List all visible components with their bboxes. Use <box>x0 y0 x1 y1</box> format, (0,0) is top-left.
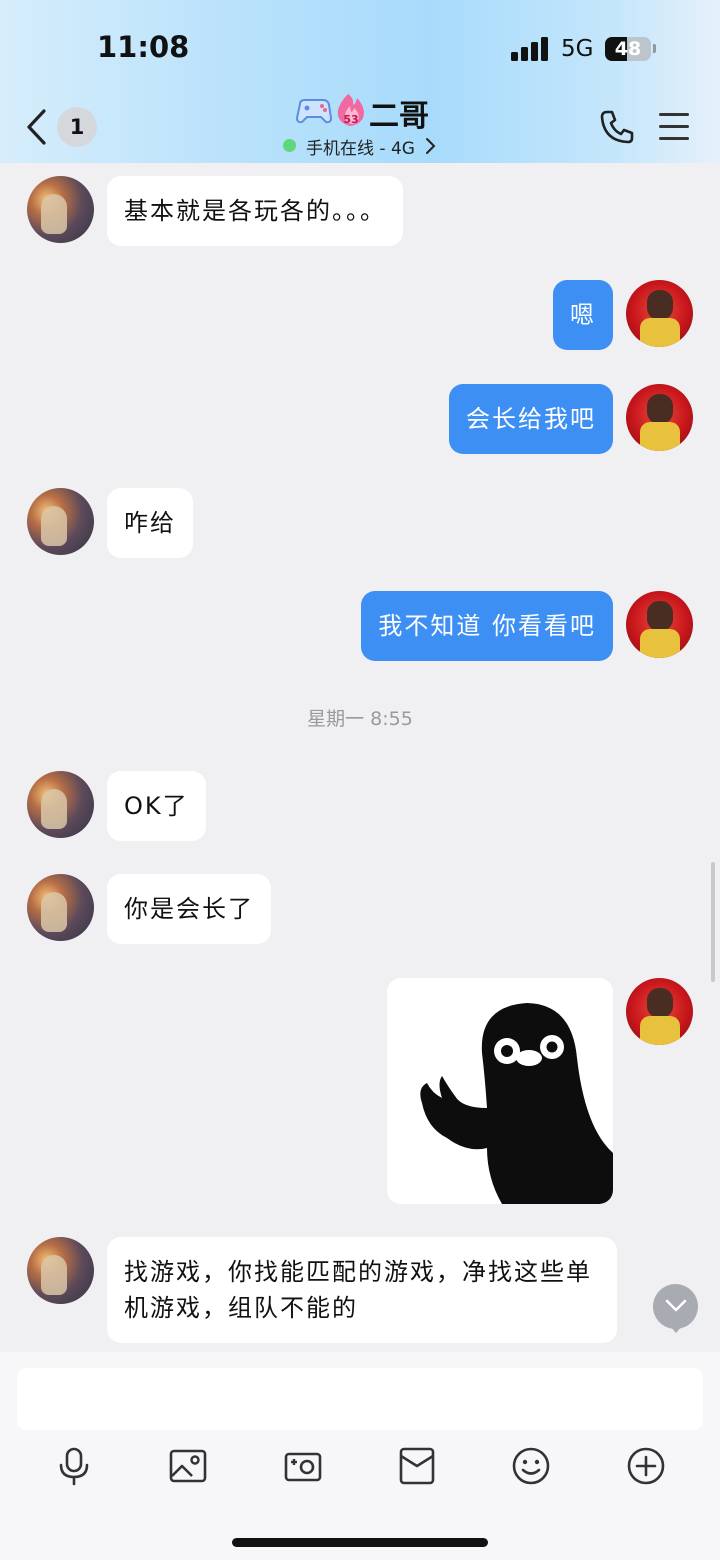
red-packet-icon[interactable] <box>397 1446 437 1486</box>
contact-avatar[interactable] <box>27 176 94 243</box>
chat-header: 11:08 5G 48 1 53 二哥 手机在线 - 4G <box>0 0 720 163</box>
back-icon[interactable] <box>24 108 52 146</box>
phone-icon[interactable] <box>598 108 636 146</box>
network-type: 5G <box>561 36 594 62</box>
sent-message[interactable]: 我不知道 你看看吧 <box>361 591 613 661</box>
received-message[interactable]: 找游戏，你找能匹配的游戏，净找这些单机游戏，组队不能的 <box>107 1237 617 1343</box>
microphone-icon[interactable] <box>54 1446 94 1486</box>
game-controller-icon <box>296 99 333 124</box>
home-indicator[interactable] <box>232 1538 488 1547</box>
scrollbar[interactable] <box>711 862 715 982</box>
message-input[interactable] <box>17 1368 703 1430</box>
image-icon[interactable] <box>168 1446 208 1486</box>
received-message[interactable]: 咋给 <box>107 488 193 558</box>
my-avatar[interactable] <box>626 384 693 451</box>
scroll-button-tail <box>669 1325 683 1333</box>
contact-avatar[interactable] <box>27 488 94 555</box>
sent-message[interactable]: 嗯 <box>553 280 613 350</box>
contact-avatar[interactable] <box>27 771 94 838</box>
chevron-right-icon[interactable] <box>424 137 436 155</box>
signal-icon <box>511 37 551 61</box>
unread-count-badge[interactable]: 1 <box>57 107 97 147</box>
message-timestamp: 星期一 8:55 <box>307 708 413 730</box>
battery-tip <box>653 44 656 53</box>
received-message[interactable]: 基本就是各玩各的。。。 <box>107 176 403 246</box>
sent-message[interactable]: 会长给我吧 <box>449 384 613 454</box>
received-message[interactable]: 你是会长了 <box>107 874 271 944</box>
scroll-to-bottom-button[interactable] <box>653 1284 698 1329</box>
contact-avatar[interactable] <box>27 1237 94 1304</box>
online-indicator <box>283 139 296 152</box>
my-avatar[interactable] <box>626 280 693 347</box>
battery-icon: 48 <box>605 37 651 61</box>
battery-level: 48 <box>614 38 642 60</box>
flame-badge-icon: 53 <box>337 94 364 126</box>
flame-badge-level: 53 <box>343 113 358 126</box>
sticker-message[interactable] <box>387 978 613 1204</box>
plus-icon[interactable] <box>626 1446 666 1486</box>
status-time: 11:08 <box>97 30 190 64</box>
received-message[interactable]: OK了 <box>107 771 206 841</box>
chevron-down-icon <box>665 1299 687 1312</box>
my-avatar[interactable] <box>626 591 693 658</box>
online-status[interactable]: 手机在线 - 4G <box>306 134 415 159</box>
penguin-ok-sticker <box>420 1003 613 1204</box>
contact-name[interactable]: 二哥 <box>369 91 429 135</box>
camera-icon[interactable] <box>283 1446 323 1486</box>
my-avatar[interactable] <box>626 978 693 1045</box>
contact-avatar[interactable] <box>27 874 94 941</box>
contact-badges: 53 <box>296 94 364 126</box>
menu-icon[interactable] <box>659 113 689 141</box>
emoji-icon[interactable] <box>511 1446 551 1486</box>
